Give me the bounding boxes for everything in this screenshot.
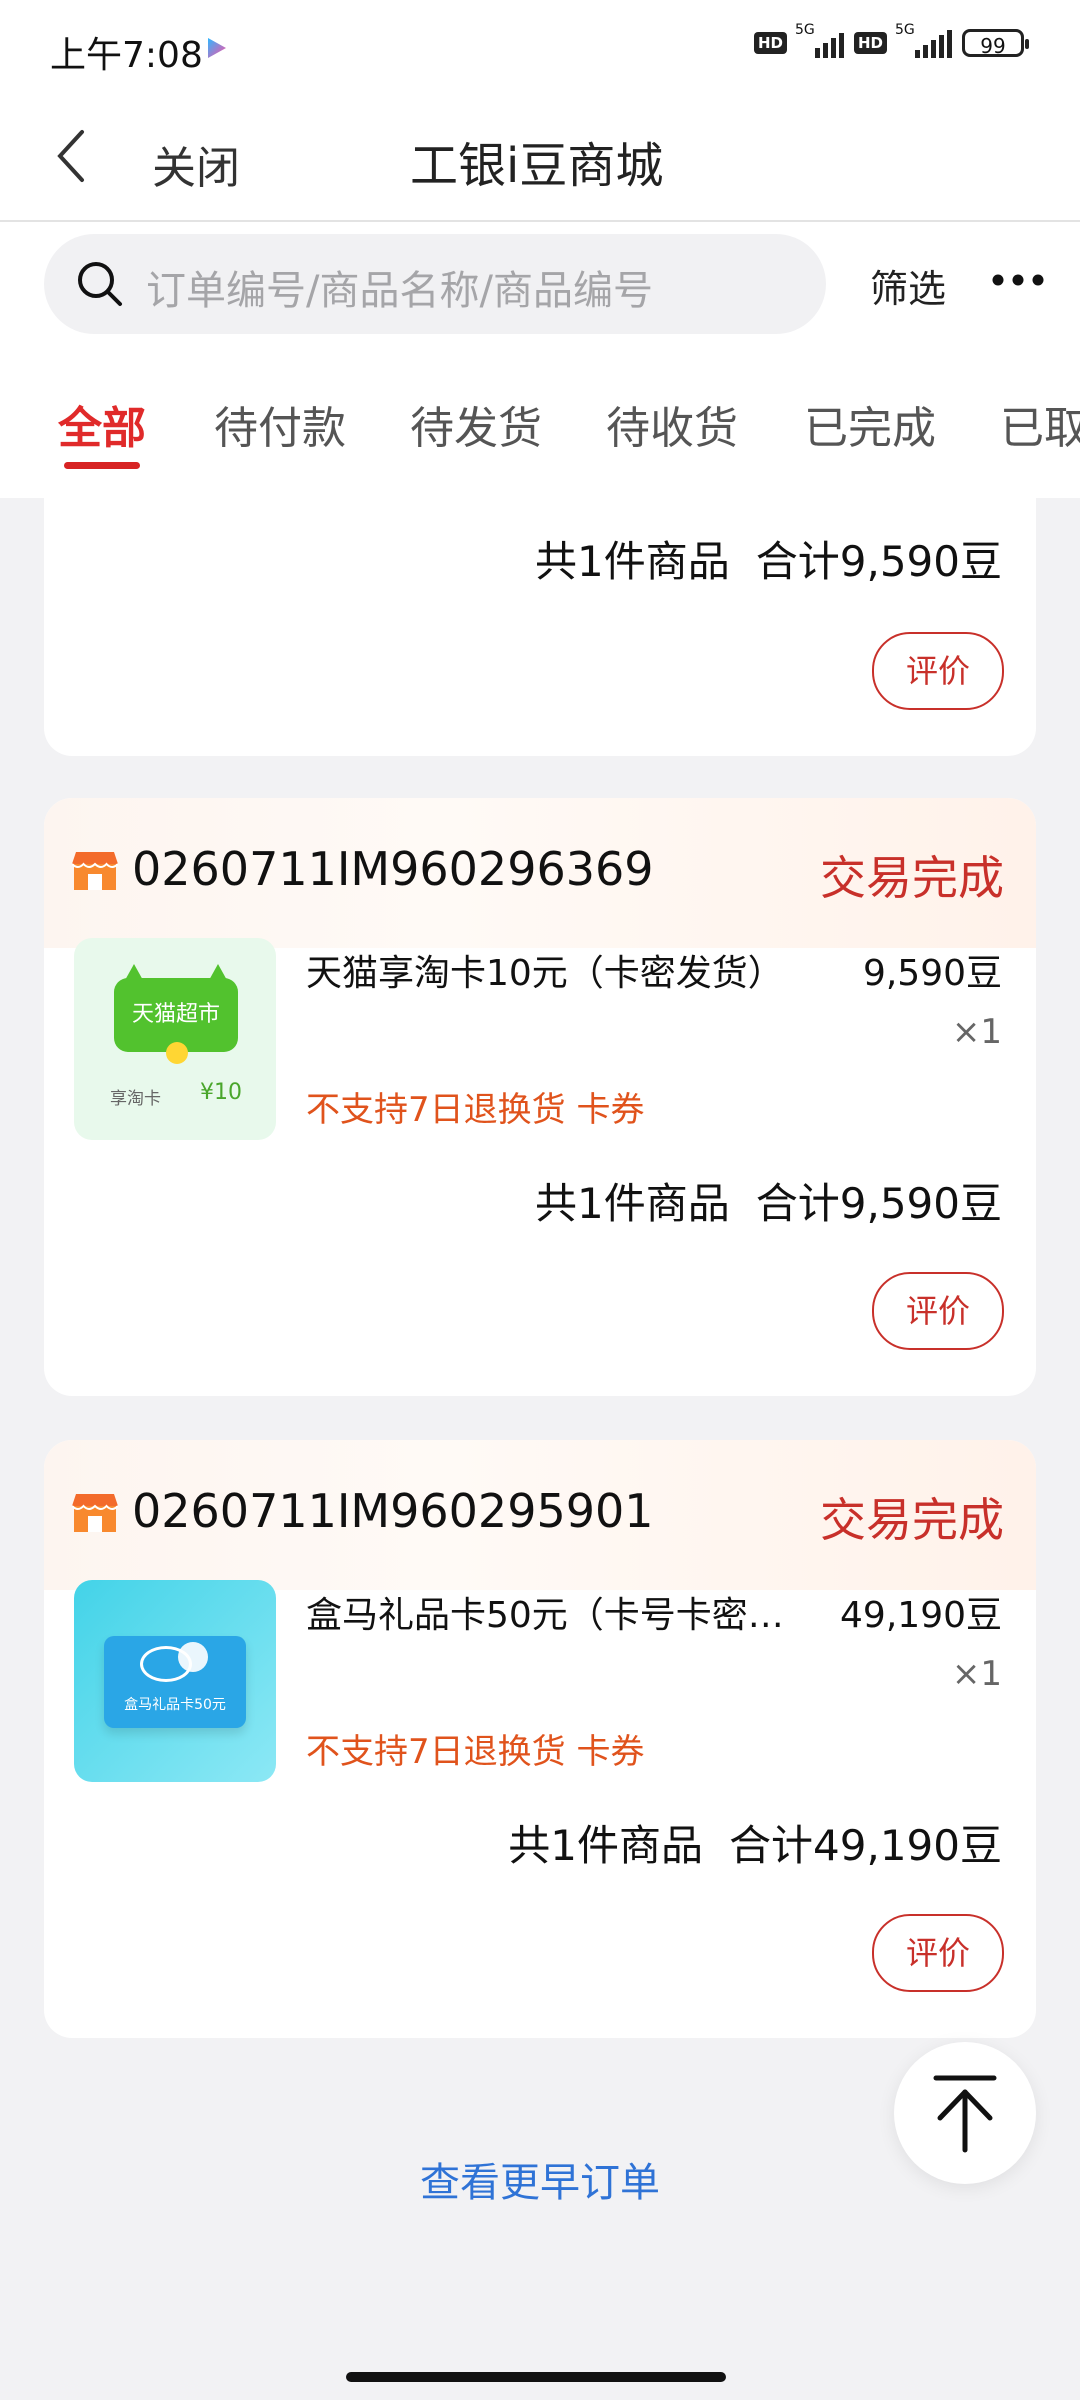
more-dots-icon[interactable] <box>990 272 1046 288</box>
order-status: 交易完成 <box>820 1493 1004 1547</box>
signal-icon: 5G <box>795 22 844 58</box>
page-title: 工银i豆商城 <box>410 138 664 194</box>
item-count: 共1件商品 <box>535 1179 730 1228</box>
arrow-up-to-top-icon <box>933 2075 997 2153</box>
order-card[interactable]: 0260711IM960295901 交易完成 盒马礼品卡50元 盒马礼品卡50… <box>44 1440 1036 2038</box>
thumb-brand-text: 天猫超市 <box>131 1002 220 1027</box>
status-bar: 上午7:08 HD 5G HD 5G 99 <box>0 0 1080 96</box>
home-indicator[interactable] <box>346 2372 726 2382</box>
item-count: 共1件商品 <box>535 537 730 586</box>
status-time: 上午7:08 <box>50 35 203 76</box>
navigation-bar: 关闭 工银i豆商城 <box>0 96 1080 222</box>
review-button[interactable]: 评价 <box>872 1914 1004 1992</box>
search-icon <box>78 262 122 306</box>
order-tabs: 全部 待付款 待发货 待收货 已完成 已取 <box>0 342 1080 498</box>
store-icon <box>72 852 118 890</box>
battery-icon: 99 <box>962 29 1029 58</box>
tab-all[interactable]: 全部 <box>58 392 146 456</box>
signal-icon-2: 5G <box>895 22 952 58</box>
view-earlier-orders-link[interactable]: 查看更早订单 <box>0 2150 1080 2208</box>
product-thumbnail[interactable]: 盒马礼品卡50元 <box>74 1580 276 1782</box>
order-card[interactable]: 0260711IM960296369 交易完成 天猫超市 享淘卡 ¥10 天猫享… <box>44 798 1036 1396</box>
product-quantity: ×1 <box>951 1012 1002 1052</box>
product-name[interactable]: 天猫享淘卡10元（卡密发货） <box>306 944 806 996</box>
search-row: 订单编号/商品名称/商品编号 筛选 <box>0 222 1080 342</box>
order-total: 合计9,590豆 <box>755 1179 1002 1228</box>
store-icon <box>72 1494 118 1532</box>
thumb-brand-text: 盒马礼品卡50元 <box>124 1697 226 1713</box>
tab-cancelled[interactable]: 已取 <box>1000 392 1080 456</box>
product-price: 49,190豆 <box>840 1595 1002 1636</box>
order-total: 合计9,590豆 <box>755 537 1002 586</box>
order-card-partial: 共1件商品 合计9,590豆 评价 <box>44 498 1036 756</box>
active-tab-indicator <box>64 462 140 469</box>
back-arrow-icon[interactable] <box>52 126 92 186</box>
tab-pending-receipt[interactable]: 待收货 <box>606 392 738 456</box>
search-input[interactable]: 订单编号/商品名称/商品编号 <box>44 234 826 334</box>
product-tags: 不支持7日退换货 卡券 <box>306 1090 645 1130</box>
search-placeholder: 订单编号/商品名称/商品编号 <box>146 268 653 314</box>
tab-pending-payment[interactable]: 待付款 <box>214 392 346 456</box>
order-number: 0260711IM960295901 <box>132 1484 654 1538</box>
item-count: 共1件商品 <box>508 1821 704 1870</box>
thumb-sub-text: 享淘卡 <box>110 1089 161 1109</box>
product-thumbnail[interactable]: 天猫超市 享淘卡 ¥10 <box>74 938 276 1140</box>
order-summary: 共1件商品 合计49,190豆 <box>508 1812 1002 1873</box>
thumb-amount-text: ¥10 <box>200 1080 242 1105</box>
hd-badge-2: HD <box>853 32 887 54</box>
review-button[interactable]: 评价 <box>872 1272 1004 1350</box>
order-total: 合计49,190豆 <box>729 1821 1002 1870</box>
hd-badge: HD <box>753 32 787 54</box>
product-quantity: ×1 <box>951 1654 1002 1694</box>
video-app-icon <box>208 38 226 58</box>
order-number: 0260711IM960296369 <box>132 842 654 896</box>
product-price: 9,590豆 <box>862 953 1002 994</box>
tab-completed[interactable]: 已完成 <box>804 392 936 456</box>
product-name[interactable]: 盒马礼品卡50元（卡号卡密… <box>306 1586 806 1638</box>
product-tags: 不支持7日退换货 卡券 <box>306 1732 645 1772</box>
tab-pending-shipment[interactable]: 待发货 <box>410 392 542 456</box>
review-button[interactable]: 评价 <box>872 632 1004 710</box>
order-status: 交易完成 <box>820 851 1004 905</box>
order-summary: 共1件商品 合计9,590豆 <box>535 528 1002 589</box>
filter-button[interactable]: 筛选 <box>870 258 946 313</box>
close-button[interactable]: 关闭 <box>152 132 240 196</box>
order-summary: 共1件商品 合计9,590豆 <box>535 1170 1002 1231</box>
